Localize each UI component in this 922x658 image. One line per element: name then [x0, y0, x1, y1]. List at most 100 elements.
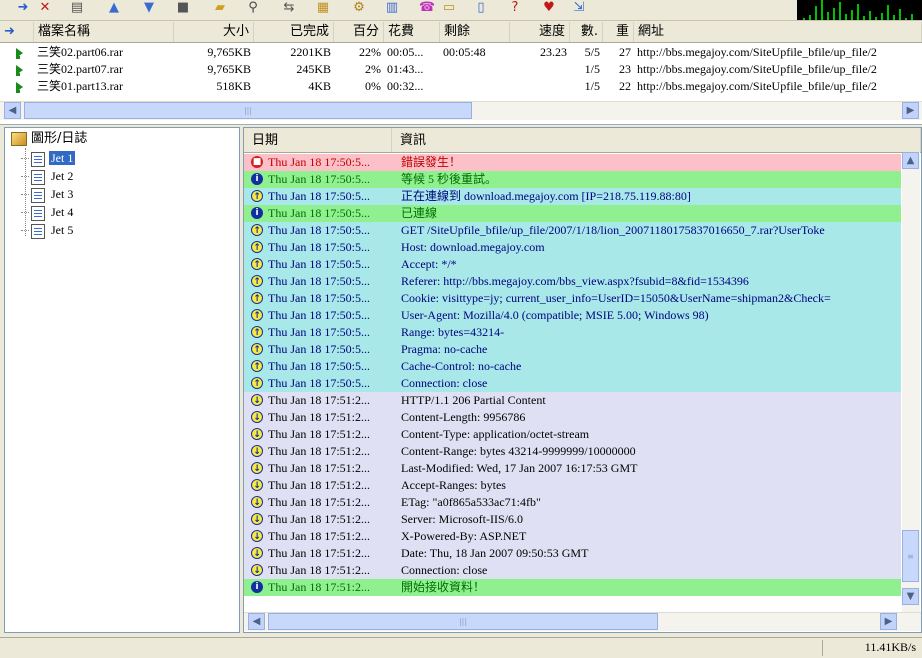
log-message: Range: bytes=43214-	[401, 325, 505, 339]
download-list-hscrollbar[interactable]: ◀ ||| ▶	[0, 101, 922, 120]
log-row[interactable]: ↑ Thu Jan 18 17:50:5... Referer: http://bb…	[244, 273, 901, 290]
move-down-icon[interactable]: ▼	[140, 0, 158, 15]
log-date: Thu Jan 18 17:51:2...	[268, 529, 370, 543]
column-header-retries[interactable]: 重	[603, 22, 634, 42]
log-vscrollbar[interactable]: ▲ ≡ ▼	[902, 152, 920, 612]
stop-all-icon[interactable]: ■	[174, 0, 192, 15]
properties-icon[interactable]: ⇆	[280, 0, 298, 15]
tree-root[interactable]: 圖形/日誌	[11, 130, 87, 148]
log-row[interactable]: ↑ Thu Jan 18 17:50:5... Range: bytes=43214…	[244, 324, 901, 341]
tree-item-label: Jet 3	[51, 187, 74, 201]
tree-item-jet-2[interactable]: Jet 2	[21, 167, 75, 185]
move-up-icon[interactable]: ▲	[105, 0, 123, 15]
notes-icon[interactable]: ▯	[472, 0, 490, 15]
sort-arrow-icon[interactable]: ➜	[0, 22, 34, 42]
find-icon[interactable]: ⚲	[244, 0, 262, 15]
log-row[interactable]: ↓ Thu Jan 18 17:51:2... ETag: "a0f865a533a…	[244, 494, 901, 511]
col-completed-cell: 245KB	[296, 62, 331, 76]
column-header-date[interactable]: 日期	[244, 128, 392, 152]
help-icon[interactable]: ?	[506, 0, 524, 15]
log-row[interactable]: ↑ Thu Jan 18 17:50:5... User-Agent: Mozill…	[244, 307, 901, 324]
log-message: Host: download.megajoy.com	[401, 240, 545, 254]
log-hscroll-thumb[interactable]: |||	[268, 613, 658, 630]
scroll-up-button[interactable]: ▲	[902, 152, 919, 169]
scroll-thumb[interactable]: |||	[24, 102, 472, 119]
log-row[interactable]: ↑ Thu Jan 18 17:50:5... Connection: close	[244, 375, 901, 392]
log-row[interactable]: ↑ Thu Jan 18 17:50:5... GET /SiteUpfile_bf…	[244, 222, 901, 239]
tree-item-jet-4[interactable]: Jet 4	[21, 203, 75, 221]
log-row[interactable]: ↓ Thu Jan 18 17:51:2... X-Powered-By: ASP.…	[244, 528, 901, 545]
trash-icon[interactable]: ▤	[68, 0, 86, 15]
graph-spike	[827, 12, 829, 20]
log-row[interactable]: ↓ Thu Jan 18 17:51:2... Server: Microsoft-…	[244, 511, 901, 528]
log-file-icon	[31, 169, 45, 185]
send-arrow-icon: ↑	[251, 360, 263, 372]
log-row[interactable]: i Thu Jan 18 17:51:2... 開始接收資料！	[244, 579, 901, 596]
tree-item-jet-3[interactable]: Jet 3	[21, 185, 75, 203]
download-row[interactable]: 三笑02.part07.rar 9,765KB 245KB 2% 01:43... 1/5…	[0, 61, 922, 78]
log-row[interactable]: ↑ Thu Jan 18 17:50:5... Host: download.meg…	[244, 239, 901, 256]
log-vscroll-thumb[interactable]: ≡	[902, 530, 919, 582]
log-hscrollbar[interactable]: ◀ ||| ▶	[244, 612, 921, 631]
log-message: HTTP/1.1 206 Partial Content	[401, 393, 546, 407]
tree-item-jet-1[interactable]: Jet 1	[21, 149, 76, 167]
modem-icon[interactable]: ▭	[440, 0, 458, 15]
download-row[interactable]: 三笑02.part06.rar 9,765KB 2201KB 22% 00:05... 0…	[0, 44, 922, 61]
log-scroll-right-button[interactable]: ▶	[880, 613, 897, 630]
log-row[interactable]: ↑ Thu Jan 18 17:50:5... Pragma: no-cache	[244, 341, 901, 358]
column-header-connections[interactable]: 數.	[570, 22, 603, 42]
column-header-completed[interactable]: 已完成	[254, 22, 334, 42]
log-row[interactable]: ↓ Thu Jan 18 17:51:2... Content-Range: byt…	[244, 443, 901, 460]
log-scroll-left-button[interactable]: ◀	[248, 613, 265, 630]
receive-arrow-icon: ↓	[251, 411, 263, 423]
log-row[interactable]: ↓ Thu Jan 18 17:51:2... Content-Type: appl…	[244, 426, 901, 443]
log-row[interactable]: i Thu Jan 18 17:50:5... 等候 5 秒後重試。	[244, 171, 901, 188]
downloading-status-bar	[16, 73, 20, 76]
graph-spike	[881, 13, 883, 20]
log-row[interactable]: ↑ Thu Jan 18 17:50:5... Accept: */*	[244, 256, 901, 273]
delete-icon[interactable]: ✕	[36, 0, 54, 15]
column-header-size[interactable]: 大小	[174, 22, 254, 42]
column-header-filename[interactable]: 檔案名稱	[34, 22, 174, 42]
scroll-left-button[interactable]: ◀	[4, 102, 21, 119]
log-row[interactable]: ↓ Thu Jan 18 17:51:2... Last-Modified: Wed…	[244, 460, 901, 477]
scroll-right-button[interactable]: ▶	[902, 102, 919, 119]
exit-icon[interactable]: ⇲	[570, 0, 588, 15]
log-date: Thu Jan 18 17:50:5...	[268, 291, 370, 305]
log-row[interactable]: ■ Thu Jan 18 17:50:5... 錯誤發生！	[244, 154, 901, 171]
log-row[interactable]: ↓ Thu Jan 18 17:51:2... HTTP/1.1 206 Parti…	[244, 392, 901, 409]
log-row[interactable]: ↑ Thu Jan 18 17:50:5... 正在連線到 download.meg…	[244, 188, 901, 205]
column-header-url[interactable]: 網址	[634, 22, 922, 42]
log-date: Thu Jan 18 17:51:2...	[268, 427, 370, 441]
column-header-speed[interactable]: 速度	[510, 22, 570, 42]
log-row[interactable]: ↓ Thu Jan 18 17:51:2... Content-Length: 99…	[244, 409, 901, 426]
download-row[interactable]: 三笑01.part13.rar 518KB 4KB 0% 00:32... 1/5 22 ht…	[0, 78, 922, 95]
log-message: User-Agent: Mozilla/4.0 (compatible; MSI…	[401, 308, 709, 322]
log-row[interactable]: ↑ Thu Jan 18 17:50:5... Cache-Control: no-…	[244, 358, 901, 375]
log-message: 等候 5 秒後重試。	[401, 172, 498, 186]
log-row[interactable]: ↓ Thu Jan 18 17:51:2... Accept-Ranges: byt…	[244, 477, 901, 494]
log-message: 正在連線到 download.megajoy.com [IP=218.75.11…	[401, 189, 691, 203]
column-header-elapsed[interactable]: 花費	[384, 22, 440, 42]
options-icon[interactable]: ⚙	[350, 0, 368, 15]
column-header-percent[interactable]: 百分	[334, 22, 384, 42]
add-icon[interactable]: ➜	[14, 0, 32, 15]
log-row[interactable]: ↓ Thu Jan 18 17:51:2... Date: Thu, 18 Jan …	[244, 545, 901, 562]
log-row[interactable]: ↓ Thu Jan 18 17:51:2... Connection: close	[244, 562, 901, 579]
schedule-icon[interactable]: ▦	[314, 0, 332, 15]
downloading-status-bar	[16, 90, 20, 93]
log-message: X-Powered-By: ASP.NET	[401, 529, 527, 543]
column-header-remaining[interactable]: 剩餘	[440, 22, 510, 42]
log-row[interactable]: i Thu Jan 18 17:50:5... 已連線	[244, 205, 901, 222]
open-folder-icon[interactable]: ▰	[211, 0, 229, 15]
tree-item-label: Jet 2	[51, 169, 74, 183]
site-manager-icon[interactable]: ▥	[383, 0, 401, 15]
log-file-icon	[31, 205, 45, 221]
favorites-icon[interactable]: ♥	[540, 0, 558, 15]
dial-icon[interactable]: ☎	[418, 0, 436, 15]
log-date: Thu Jan 18 17:51:2...	[268, 546, 370, 560]
log-row[interactable]: ↑ Thu Jan 18 17:50:5... Cookie: visittype=…	[244, 290, 901, 307]
scroll-down-button[interactable]: ▼	[902, 588, 919, 605]
tree-item-jet-5[interactable]: Jet 5	[21, 221, 75, 239]
column-header-info[interactable]: 資訊	[392, 128, 921, 152]
